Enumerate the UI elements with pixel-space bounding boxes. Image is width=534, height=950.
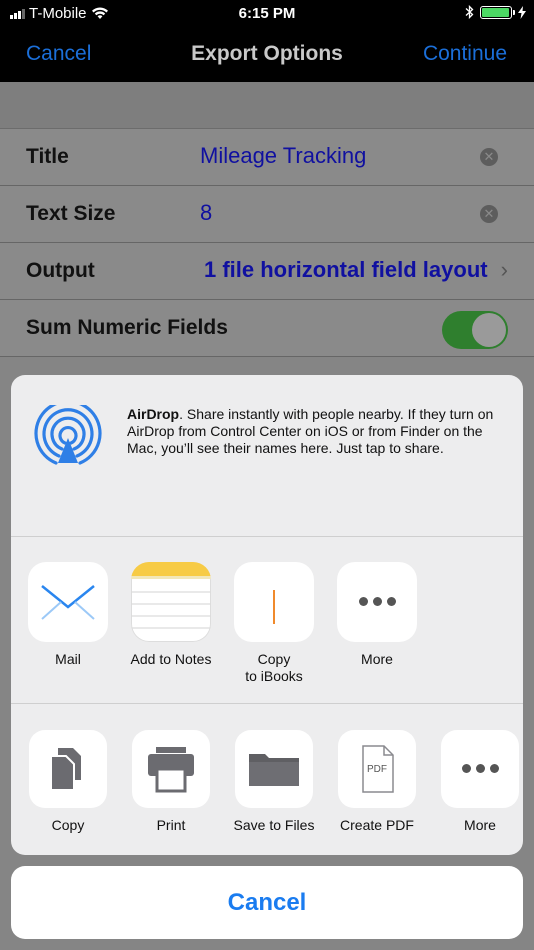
form-row-title[interactable]: Title Mileage Tracking ✕ bbox=[0, 129, 534, 186]
action-more-label: More bbox=[464, 817, 496, 833]
sheet-cancel-button[interactable]: Cancel bbox=[11, 866, 523, 939]
share-mail-label: Mail bbox=[55, 651, 81, 667]
action-more[interactable]: More bbox=[430, 730, 523, 834]
toggle-knob bbox=[472, 313, 506, 347]
airdrop-section[interactable]: AirDrop. Share instantly with people nea… bbox=[11, 375, 523, 537]
clear-icon[interactable]: ✕ bbox=[480, 205, 498, 223]
share-copy-to-ibooks[interactable]: Copy to iBooks bbox=[224, 562, 324, 685]
charging-icon bbox=[518, 5, 526, 19]
action-save-to-files[interactable]: Save to Files bbox=[224, 730, 324, 834]
mail-icon bbox=[28, 562, 108, 642]
airdrop-icon bbox=[34, 405, 102, 465]
title-field[interactable]: Mileage Tracking bbox=[200, 143, 366, 169]
more-icon bbox=[441, 730, 519, 808]
status-bar: T-Mobile 6:15 PM bbox=[0, 0, 534, 28]
share-more-apps-label: More bbox=[361, 651, 393, 667]
share-more-apps[interactable]: More bbox=[327, 562, 427, 668]
share-mail[interactable]: Mail bbox=[18, 562, 118, 668]
text-size-label: Text Size bbox=[26, 202, 116, 225]
share-add-to-notes-label: Add to Notes bbox=[130, 651, 212, 667]
action-create-pdf[interactable]: PDF Create PDF bbox=[327, 730, 427, 834]
form-row-sum-numeric: Sum Numeric Fields bbox=[0, 300, 534, 357]
print-icon bbox=[132, 730, 210, 808]
title-label: Title bbox=[26, 145, 69, 168]
nav-bar: Cancel Export Options Continue bbox=[0, 28, 534, 82]
clear-icon[interactable]: ✕ bbox=[480, 148, 498, 166]
action-copy-label: Copy bbox=[51, 817, 85, 833]
notes-icon bbox=[131, 562, 211, 642]
continue-button[interactable]: Continue bbox=[423, 42, 507, 66]
airdrop-title: AirDrop bbox=[127, 406, 180, 422]
share-apps-row: Mail Add to Notes Copy to iBooks More bbox=[11, 537, 523, 704]
folder-icon bbox=[235, 730, 313, 808]
ibooks-icon bbox=[234, 562, 314, 642]
share-add-to-notes[interactable]: Add to Notes bbox=[121, 562, 221, 668]
battery-icon bbox=[480, 5, 515, 19]
chevron-right-icon: › bbox=[500, 257, 508, 282]
action-create-pdf-label: Create PDF bbox=[340, 817, 414, 833]
action-save-to-files-label: Save to Files bbox=[233, 817, 315, 833]
sum-numeric-label: Sum Numeric Fields bbox=[26, 316, 228, 339]
action-print-label: Print bbox=[156, 817, 186, 833]
share-sheet: AirDrop. Share instantly with people nea… bbox=[11, 375, 523, 855]
status-time: 6:15 PM bbox=[238, 5, 296, 22]
share-copy-to-ibooks-label: Copy to iBooks bbox=[245, 651, 303, 684]
form-row-text-size[interactable]: Text Size 8 ✕ bbox=[0, 186, 534, 243]
pdf-icon: PDF bbox=[338, 730, 416, 808]
output-label: Output bbox=[26, 259, 95, 282]
airdrop-description: AirDrop. Share instantly with people nea… bbox=[127, 406, 502, 457]
airdrop-text: . Share instantly with people nearby. If… bbox=[127, 406, 494, 456]
action-print[interactable]: Print bbox=[121, 730, 221, 834]
share-actions-row: Copy Print Save to Files PDF Create PDF … bbox=[11, 704, 523, 855]
pdf-badge: PDF bbox=[367, 764, 387, 775]
bluetooth-icon bbox=[465, 5, 474, 19]
more-icon bbox=[337, 562, 417, 642]
output-value[interactable]: 1 file horizontal field layout bbox=[204, 257, 488, 283]
copy-icon bbox=[29, 730, 107, 808]
form-row-output[interactable]: Output 1 file horizontal field layout › bbox=[0, 243, 534, 300]
status-right bbox=[465, 5, 526, 19]
text-size-field[interactable]: 8 bbox=[200, 200, 212, 226]
sum-numeric-toggle[interactable] bbox=[442, 311, 508, 349]
action-copy[interactable]: Copy bbox=[18, 730, 118, 834]
form-section-gap bbox=[0, 82, 534, 129]
